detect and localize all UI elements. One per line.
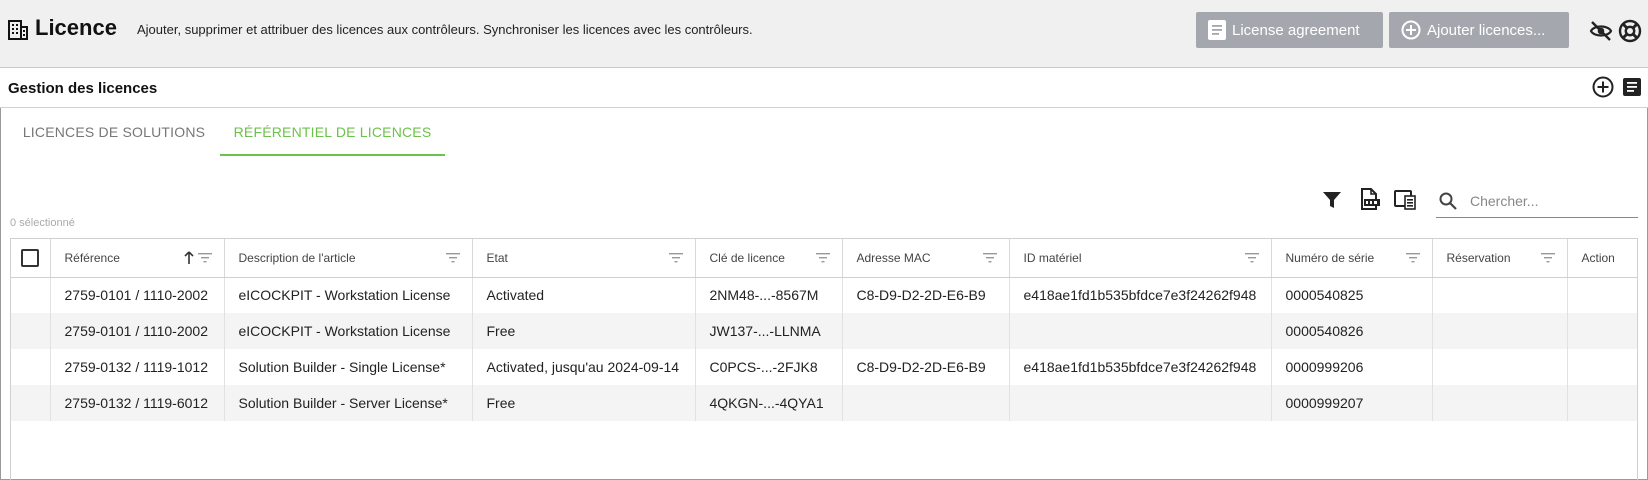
- page-subtitle: Ajouter, supprimer et attribuer des lice…: [137, 22, 753, 37]
- cell-reservation: [1432, 385, 1568, 421]
- column-filter-icon[interactable]: [668, 252, 683, 264]
- cell-state: Free: [472, 385, 696, 421]
- column-header-state[interactable]: Etat: [472, 239, 696, 278]
- cell-reference: 2759-0132 / 1119-6012: [50, 385, 225, 421]
- sort-ascending-icon[interactable]: [183, 251, 194, 265]
- cell-license-key: 2NM48-...-8567M: [695, 277, 843, 313]
- license-table: Référence Description de l'article Etat …: [10, 238, 1638, 480]
- column-header-mac-address[interactable]: Adresse MAC: [842, 239, 1010, 278]
- column-header-license-key[interactable]: Clé de licence: [695, 239, 843, 278]
- column-header-action: Action: [1567, 239, 1637, 278]
- cell-license-key: 4QKGN-...-4QYA1: [695, 385, 843, 421]
- tab-bar: LICENCES DE SOLUTIONS RÉFÉRENTIEL DE LIC…: [0, 108, 1648, 156]
- column-filter-icon[interactable]: [982, 252, 997, 264]
- add-licenses-label: Ajouter licences...: [1427, 21, 1546, 39]
- cell-description: eICOCKPIT - Workstation License: [224, 277, 473, 313]
- cell-action[interactable]: [1567, 277, 1637, 313]
- cell-reference: 2759-0101 / 1110-2002: [50, 277, 225, 313]
- column-header-description[interactable]: Description de l'article: [224, 239, 473, 278]
- column-filter-icon[interactable]: [445, 252, 460, 264]
- section-header: Gestion des licences: [0, 68, 1648, 108]
- selected-count: 0 sélectionné: [10, 217, 75, 229]
- cell-state: Free: [472, 313, 696, 349]
- cell-license-key: JW137-...-LLNMA: [695, 313, 843, 349]
- tab-license-repository[interactable]: RÉFÉRENTIEL DE LICENCES: [220, 108, 445, 156]
- cell-license-key: C0PCS-...-2FJK8: [695, 349, 843, 385]
- column-filter-icon[interactable]: [815, 252, 830, 264]
- building-icon: [8, 20, 28, 40]
- cell-mac-address: C8-D9-D2-2D-E6-B9: [842, 277, 1010, 313]
- add-circle-icon: [1401, 20, 1421, 40]
- row-select-cell[interactable]: [11, 385, 51, 421]
- cell-description: Solution Builder - Server License*: [224, 385, 473, 421]
- cell-description: Solution Builder - Single License*: [224, 349, 473, 385]
- add-circle-icon[interactable]: [1592, 76, 1614, 98]
- cell-hardware-id: e418ae1fd1b535bfdce7e3f24262f948: [1009, 349, 1272, 385]
- cell-mac-address: [842, 385, 1010, 421]
- cell-serial-number: 0000540826: [1271, 313, 1433, 349]
- search-field[interactable]: [1436, 184, 1638, 218]
- section-title: Gestion des licences: [8, 80, 158, 97]
- cell-reservation: [1432, 277, 1568, 313]
- notes-icon[interactable]: [1621, 76, 1643, 98]
- eye-off-icon[interactable]: [1589, 19, 1613, 43]
- cell-state: Activated: [472, 277, 696, 313]
- search-input[interactable]: [1470, 190, 1632, 212]
- cell-hardware-id: e418ae1fd1b535bfdce7e3f24262f948: [1009, 277, 1272, 313]
- cell-reference: 2759-0132 / 1119-1012: [50, 349, 225, 385]
- app-header: Licence Ajouter, supprimer et attribuer …: [0, 0, 1648, 68]
- cell-serial-number: 0000540825: [1271, 277, 1433, 313]
- cell-mac-address: [842, 313, 1010, 349]
- document-icon: [1208, 20, 1226, 40]
- column-header-serial-number[interactable]: Numéro de série: [1271, 239, 1433, 278]
- cell-mac-address: C8-D9-D2-2D-E6-B9: [842, 349, 1010, 385]
- table-row[interactable]: 2759-0101 / 1110-2002 eICOCKPIT - Workst…: [11, 313, 1637, 349]
- column-filter-icon[interactable]: [1540, 252, 1555, 264]
- add-licenses-button[interactable]: Ajouter licences...: [1389, 12, 1569, 48]
- cell-action[interactable]: [1567, 313, 1637, 349]
- cell-reservation: [1432, 313, 1568, 349]
- cell-description: eICOCKPIT - Workstation License: [224, 313, 473, 349]
- row-select-cell[interactable]: [11, 313, 51, 349]
- table-row[interactable]: 2759-0132 / 1119-6012 Solution Builder -…: [11, 385, 1637, 421]
- cell-state: Activated, jusqu'au 2024-09-14: [472, 349, 696, 385]
- column-filter-icon[interactable]: [1244, 252, 1259, 264]
- license-agreement-button[interactable]: License agreement: [1196, 12, 1383, 48]
- page-title: Licence: [35, 15, 117, 40]
- export-csv-icon[interactable]: [1358, 188, 1380, 210]
- table-row[interactable]: 2759-0132 / 1119-1012 Solution Builder -…: [11, 349, 1637, 385]
- filter-icon[interactable]: [1322, 190, 1342, 210]
- row-select-cell[interactable]: [11, 349, 51, 385]
- select-all-checkbox[interactable]: [21, 248, 40, 267]
- column-header-hardware-id[interactable]: ID matériel: [1009, 239, 1272, 278]
- cell-action[interactable]: [1567, 385, 1637, 421]
- license-agreement-label: License agreement: [1232, 21, 1360, 39]
- column-filter-icon[interactable]: [1405, 252, 1420, 264]
- cell-serial-number: 0000999207: [1271, 385, 1433, 421]
- select-all-cell: [11, 239, 51, 278]
- column-filter-icon[interactable]: [197, 252, 212, 264]
- column-header-reference[interactable]: Référence: [50, 239, 225, 278]
- search-icon: [1439, 192, 1457, 210]
- cell-hardware-id: [1009, 313, 1272, 349]
- cell-serial-number: 0000999206: [1271, 349, 1433, 385]
- tab-solution-licenses[interactable]: LICENCES DE SOLUTIONS: [10, 108, 218, 156]
- row-select-cell[interactable]: [11, 277, 51, 313]
- cell-action[interactable]: [1567, 349, 1637, 385]
- help-lifebuoy-icon[interactable]: [1618, 19, 1642, 43]
- table-header-row: Référence Description de l'article Etat …: [11, 239, 1637, 278]
- cell-hardware-id: [1009, 385, 1272, 421]
- table-row[interactable]: 2759-0101 / 1110-2002 eICOCKPIT - Workst…: [11, 277, 1637, 313]
- cell-reference: 2759-0101 / 1110-2002: [50, 313, 225, 349]
- column-header-reservation[interactable]: Réservation: [1432, 239, 1568, 278]
- columns-icon[interactable]: [1394, 188, 1416, 210]
- cell-reservation: [1432, 349, 1568, 385]
